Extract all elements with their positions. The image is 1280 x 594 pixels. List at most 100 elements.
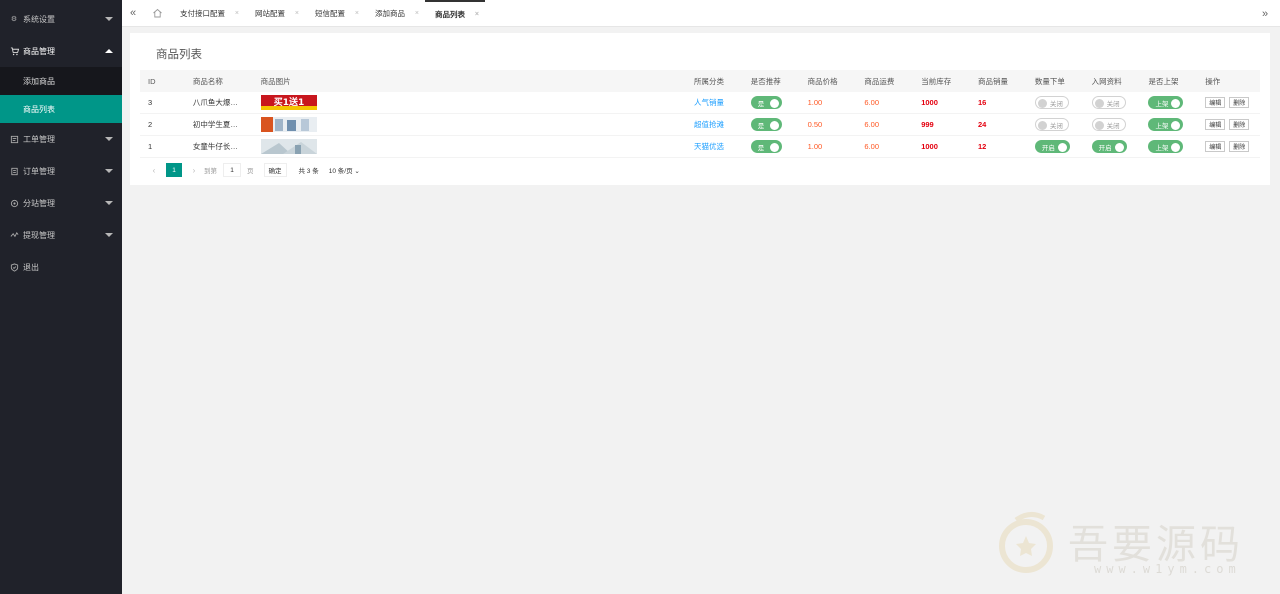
table-header: ID 商品名称 商品图片 所属分类 是否推荐 商品价格 商品运费 当前库存 商品… [140, 70, 1260, 92]
shelf-toggle[interactable]: 上架 [1148, 96, 1184, 109]
chevron-down-icon [105, 17, 113, 21]
cell-shipping: 6.00 [864, 98, 879, 107]
cell-shelf: 上架 [1140, 136, 1197, 157]
chevron-down-icon [105, 201, 113, 205]
close-icon[interactable]: × [295, 10, 299, 17]
nav-product-management[interactable]: 商品管理 [0, 35, 122, 67]
nav-withdraw-management[interactable]: 提现管理 [0, 219, 122, 251]
edit-button[interactable]: 编辑 [1205, 141, 1226, 152]
tab-bar: « 支付接口配置 × 网站配置 × 短信配置 × 添加商品 × 商品列表 × » [122, 0, 1280, 27]
home-icon[interactable] [144, 0, 170, 26]
close-icon[interactable]: × [355, 10, 359, 17]
nav-ticket-management[interactable]: 工单管理 [0, 123, 122, 155]
nav-label: 订单管理 [23, 166, 55, 176]
net-info-toggle[interactable]: 关闭 [1091, 118, 1126, 131]
nav-logout[interactable]: 退出 [0, 251, 122, 283]
watermark-url: www.w1ym.com [1094, 562, 1241, 576]
toggle-knob [769, 120, 779, 130]
header-sales: 商品销量 [978, 76, 1009, 86]
cell-actions: 编辑 删除 [1197, 92, 1260, 113]
prev-page-button[interactable]: ‹ [148, 166, 160, 175]
sub-add-product[interactable]: 添加商品 [0, 67, 122, 95]
close-icon[interactable]: × [475, 11, 479, 18]
cell-price: 1.00 [807, 142, 823, 151]
nav-order-management[interactable]: 订单管理 [0, 155, 122, 187]
toggle-label: 上架 [1155, 144, 1169, 152]
delete-button[interactable]: 删除 [1229, 141, 1250, 152]
toggle-knob [1171, 142, 1181, 152]
order-icon [9, 166, 19, 176]
recommend-toggle[interactable]: 是 [750, 118, 782, 131]
toggle-label: 关闭 [1049, 100, 1063, 108]
cell-category[interactable]: 人气销量 [686, 92, 743, 113]
chevron-down-icon: ⌄ [354, 168, 360, 175]
page-input[interactable] [223, 163, 241, 177]
recommend-toggle[interactable]: 是 [750, 96, 782, 109]
tab-product-list[interactable]: 商品列表 × [425, 0, 485, 26]
toggle-label: 关闭 [1106, 122, 1120, 130]
tab-label: 网站配置 [255, 8, 285, 18]
table-row: 1 女童牛仔长… 天猫优选 是 1.00 6.00 1000 12 开启 开启 … [140, 136, 1260, 158]
header-image: 商品图片 [260, 76, 291, 86]
cell-id: 3 [148, 98, 153, 107]
sub-product-list[interactable]: 商品列表 [0, 95, 122, 123]
goto-label: 到第 [204, 168, 217, 175]
tab-label: 商品列表 [435, 9, 465, 19]
cell-net-info: 关闭 [1084, 114, 1141, 135]
shelf-toggle[interactable]: 上架 [1148, 118, 1184, 131]
net-info-toggle[interactable]: 开启 [1091, 140, 1127, 153]
toggle-label: 开启 [1098, 144, 1112, 152]
toggle-knob [1037, 120, 1047, 130]
page-size-select[interactable]: 10 条/页 ⌄ [329, 165, 360, 175]
tab-add-product[interactable]: 添加商品 × [365, 0, 425, 26]
cart-icon [9, 46, 19, 56]
nav-substation-management[interactable]: 分站管理 [0, 187, 122, 219]
current-page[interactable]: 1 [166, 163, 182, 177]
header-net-info: 入网资料 [1091, 76, 1122, 86]
tab-label: 添加商品 [375, 8, 405, 18]
cell-sales: 16 [978, 98, 987, 107]
header-actions: 操作 [1205, 76, 1221, 86]
tab-payment-config[interactable]: 支付接口配置 × [170, 0, 245, 26]
cell-category[interactable]: 超值抢滩 [686, 114, 743, 135]
nav-product-submenu: 添加商品 商品列表 [0, 67, 122, 123]
table-row: 2 初中学生夏… 超值抢滩 是 0.50 6.00 999 24 关闭 关闭 上… [140, 114, 1260, 136]
cell-shipping: 6.00 [864, 120, 879, 129]
cell-qty-order: 开启 [1027, 136, 1084, 157]
close-icon[interactable]: × [415, 10, 419, 17]
sidebar: ⚙ 系统设置 商品管理 添加商品 商品列表 工单管理 订单管理 分站管理 提现管… [0, 0, 122, 594]
recommend-toggle[interactable]: 是 [750, 140, 782, 153]
cell-stock: 1000 [921, 142, 938, 151]
next-page-button[interactable]: › [188, 166, 200, 175]
chevron-down-icon [105, 169, 113, 173]
toggle-label: 上架 [1155, 122, 1169, 130]
close-icon[interactable]: × [235, 10, 239, 17]
qty-order-toggle[interactable]: 开启 [1034, 140, 1070, 153]
net-info-toggle[interactable]: 关闭 [1091, 96, 1126, 109]
header-shipping: 商品运费 [864, 76, 895, 86]
chevron-down-icon [105, 233, 113, 237]
scroll-right-icon[interactable]: » [1254, 0, 1276, 27]
watermark-logo-icon [999, 512, 1053, 573]
edit-button[interactable]: 编辑 [1205, 97, 1226, 108]
toggle-knob [1037, 98, 1047, 108]
cell-name: 女童牛仔长… [192, 142, 238, 151]
cell-image: 买1送1 [253, 92, 686, 113]
qty-order-toggle[interactable]: 关闭 [1034, 118, 1069, 131]
scroll-left-icon[interactable]: « [122, 0, 144, 26]
delete-button[interactable]: 删除 [1229, 97, 1250, 108]
delete-button[interactable]: 删除 [1229, 119, 1250, 130]
confirm-button[interactable]: 确定 [263, 163, 287, 177]
tab-site-config[interactable]: 网站配置 × [245, 0, 305, 26]
chevron-down-icon [105, 137, 113, 141]
cell-category[interactable]: 天猫优选 [686, 136, 743, 157]
qty-order-toggle[interactable]: 关闭 [1034, 96, 1069, 109]
shelf-toggle[interactable]: 上架 [1148, 140, 1184, 153]
header-category: 所属分类 [693, 76, 724, 86]
nav-system-settings[interactable]: ⚙ 系统设置 [0, 3, 122, 35]
tab-sms-config[interactable]: 短信配置 × [305, 0, 365, 26]
edit-button[interactable]: 编辑 [1205, 119, 1226, 130]
nav-label: 分站管理 [23, 198, 55, 208]
cell-recommend: 是 [743, 92, 800, 113]
ticket-icon [9, 134, 19, 144]
